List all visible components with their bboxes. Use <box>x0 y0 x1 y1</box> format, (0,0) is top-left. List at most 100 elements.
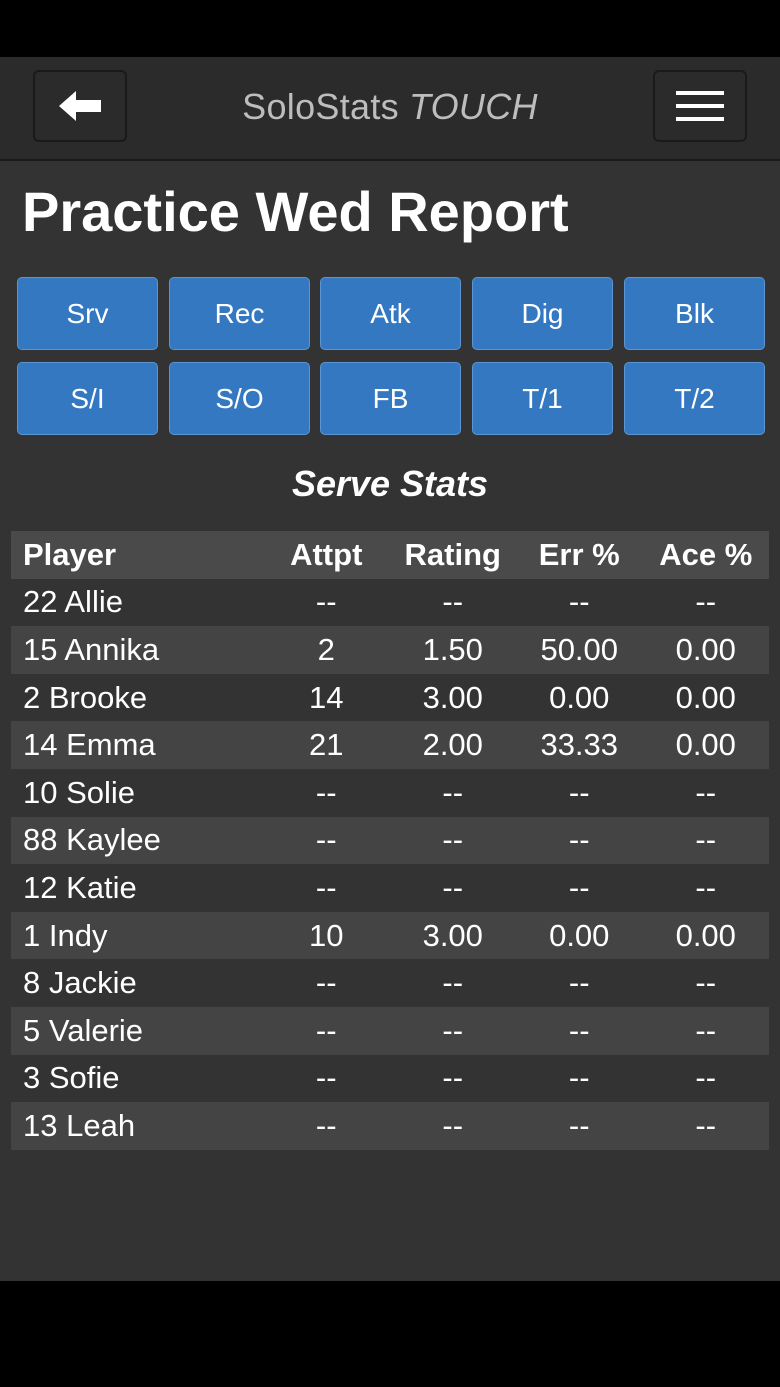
cell-ace: 0.00 <box>642 673 769 722</box>
cell-player: 2 Brooke <box>11 673 263 722</box>
cell-ace: 0.00 <box>642 911 769 960</box>
cell-err: 33.33 <box>516 721 643 769</box>
column-header-err: Err % <box>516 531 643 579</box>
table-row[interactable]: 22 Allie -- -- -- -- <box>11 578 769 627</box>
table-row[interactable]: 10 Solie -- -- -- -- <box>11 768 769 817</box>
cell-player: 22 Allie <box>11 578 263 627</box>
cell-err: 50.00 <box>516 626 643 674</box>
cell-player: 13 Leah <box>11 1102 263 1150</box>
cell-attpt: -- <box>263 864 390 912</box>
cell-player: 12 Katie <box>11 864 263 912</box>
tab-srv[interactable]: Srv <box>17 277 158 350</box>
tab-rec[interactable]: Rec <box>169 277 310 350</box>
cell-ace: -- <box>642 1054 769 1103</box>
cell-player: 8 Jackie <box>11 959 263 1007</box>
table-row[interactable]: 13 Leah -- -- -- -- <box>11 1102 769 1150</box>
cell-err: 0.00 <box>516 911 643 960</box>
cell-err: -- <box>516 864 643 912</box>
arrow-left-icon <box>59 91 101 121</box>
cell-attpt: -- <box>263 1102 390 1150</box>
status-bar <box>0 0 780 57</box>
cell-rating: -- <box>389 578 516 627</box>
column-header-ace: Ace % <box>642 531 769 579</box>
table-row[interactable]: 3 Sofie -- -- -- -- <box>11 1054 769 1103</box>
cell-attpt: 2 <box>263 626 390 674</box>
hamburger-icon <box>676 91 724 121</box>
tab-blk[interactable]: Blk <box>624 277 765 350</box>
cell-ace: 0.00 <box>642 721 769 769</box>
serve-stats-table: Player Attpt Rating Err % Ace % 22 Allie… <box>11 531 769 1150</box>
cell-ace: -- <box>642 864 769 912</box>
cell-rating: -- <box>389 1102 516 1150</box>
cell-err: -- <box>516 768 643 817</box>
cell-attpt: -- <box>263 1006 390 1055</box>
menu-button[interactable] <box>653 70 747 142</box>
tab-t1[interactable]: T/1 <box>472 362 613 435</box>
cell-ace: -- <box>642 768 769 817</box>
cell-attpt: 21 <box>263 721 390 769</box>
column-header-player: Player <box>11 531 263 579</box>
cell-player: 14 Emma <box>11 721 263 769</box>
table-header-row: Player Attpt Rating Err % Ace % <box>11 531 769 579</box>
cell-ace: -- <box>642 1102 769 1150</box>
column-header-attpt: Attpt <box>263 531 390 579</box>
cell-player: 5 Valerie <box>11 1006 263 1055</box>
navigation-bar <box>0 1281 780 1387</box>
cell-err: -- <box>516 578 643 627</box>
cell-rating: 3.00 <box>389 673 516 722</box>
cell-err: -- <box>516 1102 643 1150</box>
table-row[interactable]: 12 Katie -- -- -- -- <box>11 864 769 912</box>
table-row[interactable]: 14 Emma 21 2.00 33.33 0.00 <box>11 721 769 769</box>
table-row[interactable]: 15 Annika 2 1.50 50.00 0.00 <box>11 626 769 674</box>
tab-atk[interactable]: Atk <box>320 277 461 350</box>
cell-ace: -- <box>642 578 769 627</box>
cell-player: 3 Sofie <box>11 1054 263 1103</box>
section-title: Serve Stats <box>291 463 489 504</box>
cell-rating: -- <box>389 768 516 817</box>
cell-err: -- <box>516 816 643 865</box>
column-header-rating: Rating <box>389 531 516 579</box>
cell-attpt: 14 <box>263 673 390 722</box>
app-name: SoloStats <box>242 86 399 127</box>
table-row[interactable]: 88 Kaylee -- -- -- -- <box>11 816 769 865</box>
tab-t2[interactable]: T/2 <box>624 362 765 435</box>
cell-ace: 0.00 <box>642 626 769 674</box>
cell-attpt: 10 <box>263 911 390 960</box>
cell-player: 1 Indy <box>11 911 263 960</box>
app-name-accent: TOUCH <box>408 86 538 127</box>
report-content: Practice Wed Report Srv Rec Atk Dig Blk … <box>0 161 780 1281</box>
cell-rating: -- <box>389 864 516 912</box>
cell-err: -- <box>516 959 643 1007</box>
table-row[interactable]: 1 Indy 10 3.00 0.00 0.00 <box>11 911 769 960</box>
cell-attpt: -- <box>263 1054 390 1103</box>
cell-rating: 2.00 <box>389 721 516 769</box>
cell-rating: -- <box>389 959 516 1007</box>
cell-rating: -- <box>389 1054 516 1103</box>
tab-dig[interactable]: Dig <box>472 277 613 350</box>
cell-err: 0.00 <box>516 673 643 722</box>
table-row[interactable]: 2 Brooke 14 3.00 0.00 0.00 <box>11 673 769 722</box>
cell-player: 88 Kaylee <box>11 816 263 865</box>
cell-ace: -- <box>642 816 769 865</box>
cell-player: 10 Solie <box>11 768 263 817</box>
tab-fb[interactable]: FB <box>320 362 461 435</box>
tab-so[interactable]: S/O <box>169 362 310 435</box>
app-header: SoloStats TOUCH <box>0 57 780 161</box>
cell-ace: -- <box>642 1006 769 1055</box>
table-row[interactable]: 8 Jackie -- -- -- -- <box>11 959 769 1007</box>
back-button[interactable] <box>33 70 127 142</box>
cell-attpt: -- <box>263 578 390 627</box>
cell-err: -- <box>516 1006 643 1055</box>
app-title: SoloStats TOUCH <box>160 57 620 157</box>
tab-si[interactable]: S/I <box>17 362 158 435</box>
table-row[interactable]: 5 Valerie -- -- -- -- <box>11 1006 769 1055</box>
cell-player: 15 Annika <box>11 626 263 674</box>
cell-attpt: -- <box>263 816 390 865</box>
page-title: Practice Wed Report <box>22 180 569 243</box>
cell-rating: 3.00 <box>389 911 516 960</box>
cell-ace: -- <box>642 959 769 1007</box>
cell-rating: 1.50 <box>389 626 516 674</box>
cell-rating: -- <box>389 1006 516 1055</box>
cell-rating: -- <box>389 816 516 865</box>
cell-err: -- <box>516 1054 643 1103</box>
